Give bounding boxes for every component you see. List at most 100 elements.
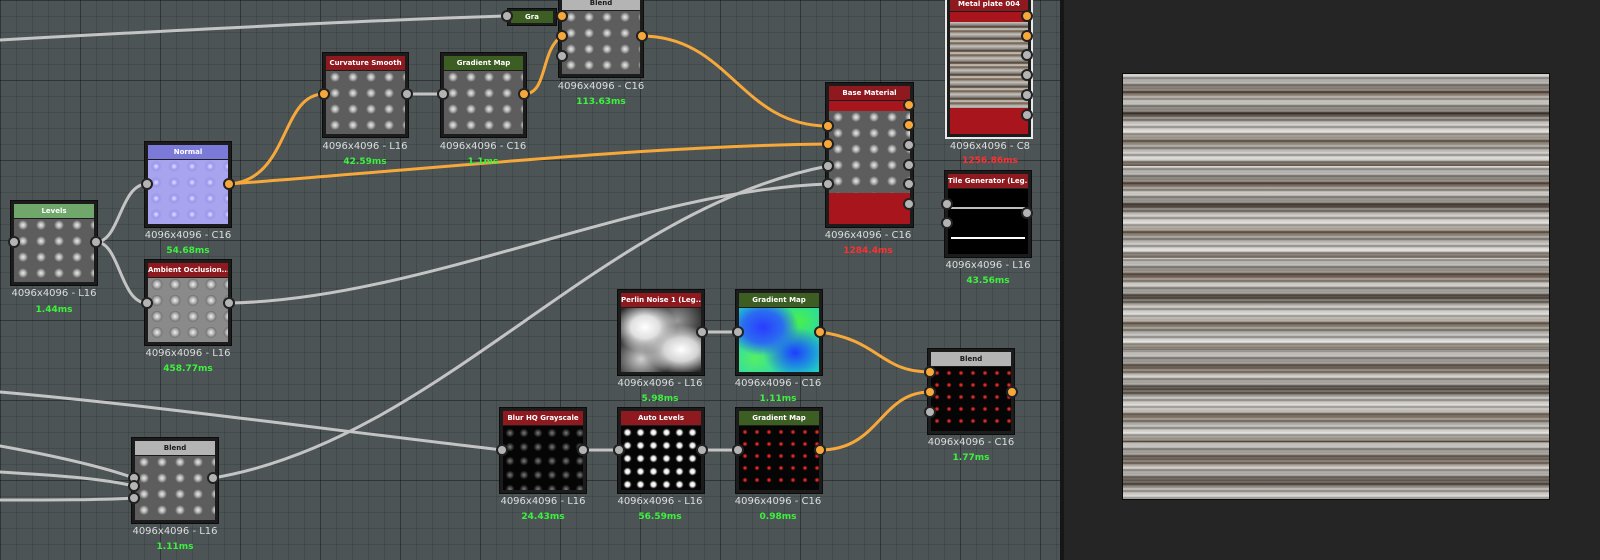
node-time: 43.56ms (966, 276, 1010, 286)
output-port[interactable] (696, 444, 708, 456)
input-port[interactable] (556, 10, 568, 22)
input-port[interactable] (732, 326, 744, 338)
input-port[interactable] (128, 492, 140, 504)
node-blur-hq[interactable]: Blur HQ Grayscale (499, 407, 587, 494)
input-port[interactable] (822, 178, 834, 190)
output-port[interactable] (696, 326, 708, 338)
node-time: 1.44ms (35, 305, 73, 315)
input-port[interactable] (924, 386, 936, 398)
input-port[interactable] (822, 160, 834, 172)
node-graph-canvas[interactable]: Gra Blend 4096x4096 - C16 113.63ms Metal… (0, 0, 1060, 560)
output-port[interactable] (518, 88, 530, 100)
node-thumbnail (562, 11, 640, 74)
input-port[interactable] (141, 178, 153, 190)
input-port[interactable] (924, 406, 936, 418)
node-thumbnail (503, 426, 583, 490)
node-time: 1256.86ms (962, 156, 1018, 166)
node-thumbnail (739, 308, 819, 372)
node-thumbnail (135, 456, 215, 520)
texture-preview[interactable] (1122, 73, 1550, 500)
input-port[interactable] (318, 88, 330, 100)
node-title: Metal plate 004 (950, 0, 1028, 11)
input-port[interactable] (8, 236, 20, 248)
output-port[interactable] (1021, 69, 1033, 81)
wire (0, 14, 506, 42)
node-resolution: 4096x4096 - L16 (145, 348, 231, 359)
node-tile-generator[interactable]: Tile Generator (Leg... (944, 170, 1032, 258)
node-resolution: 4096x4096 - C16 (439, 141, 527, 152)
input-port[interactable] (822, 138, 834, 150)
node-thumbnail (948, 189, 1028, 254)
node-thumbnail (148, 278, 228, 342)
node-levels[interactable]: Levels (10, 200, 98, 286)
output-port[interactable] (1021, 30, 1033, 42)
output-port[interactable] (903, 159, 915, 171)
node-resolution: 4096x4096 - C16 (824, 230, 912, 241)
node-curvature-smooth[interactable]: Curvature Smooth (322, 52, 409, 138)
input-port[interactable] (732, 444, 744, 456)
output-port[interactable] (903, 198, 915, 210)
output-port[interactable] (903, 178, 915, 190)
output-port[interactable] (401, 88, 413, 100)
node-title: Base Material (829, 86, 910, 100)
node-time: 1.11ms (759, 394, 797, 404)
node-resolution: 4096x4096 - L16 (322, 141, 408, 152)
node-gradient-map-1[interactable]: Gradient Map (440, 52, 527, 138)
node-gradient-map-2[interactable]: Gradient Map (735, 289, 823, 376)
input-port[interactable] (128, 480, 140, 492)
input-port[interactable] (556, 30, 568, 42)
node-perlin-noise[interactable]: Perlin Noise 1 (Leg... (617, 289, 705, 376)
input-port[interactable] (556, 50, 568, 62)
output-port[interactable] (636, 30, 648, 42)
node-base-material[interactable]: Base Material (825, 82, 914, 228)
output-port[interactable] (223, 178, 235, 190)
output-port[interactable] (903, 99, 915, 111)
node-time: 1.77ms (952, 453, 990, 463)
node-blend-top[interactable]: Blend (558, 0, 644, 78)
output-port[interactable] (1021, 49, 1033, 61)
input-port[interactable] (924, 366, 936, 378)
output-port[interactable] (814, 326, 826, 338)
node-title: Ambient Occlusion... (148, 263, 228, 277)
output-port[interactable] (1021, 89, 1033, 101)
input-port[interactable] (496, 444, 508, 456)
node-title: Gradient Map (444, 56, 523, 70)
node-title: Blur HQ Grayscale (503, 411, 583, 425)
node-time: 24.43ms (521, 512, 565, 522)
node-blend-bottom[interactable]: Blend (131, 437, 219, 524)
output-port[interactable] (207, 472, 219, 484)
output-port[interactable] (1006, 386, 1018, 398)
input-port[interactable] (613, 444, 625, 456)
output-port[interactable] (223, 297, 235, 309)
input-port[interactable] (822, 120, 834, 132)
input-port[interactable] (941, 198, 953, 210)
node-time: 113.63ms (576, 97, 626, 107)
node-normal[interactable]: Normal (144, 141, 232, 228)
node-ambient-occlusion[interactable]: Ambient Occlusion... (144, 259, 232, 346)
node-gradient-map-3[interactable]: Gradient Map (735, 407, 823, 494)
input-port[interactable] (141, 297, 153, 309)
node-title: Blend (931, 352, 1011, 366)
node-thumbnail (931, 367, 1011, 431)
output-port[interactable] (1021, 207, 1033, 219)
input-port[interactable] (437, 88, 449, 100)
output-port[interactable] (814, 444, 826, 456)
node-time: 42.59ms (343, 157, 387, 167)
node-thumbnail (444, 71, 523, 134)
node-title: Blend (135, 441, 215, 455)
input-port[interactable] (941, 217, 953, 229)
output-port[interactable] (1021, 109, 1033, 121)
node-thumbnail (621, 426, 701, 490)
output-port[interactable] (903, 119, 915, 131)
node-metal-plate[interactable]: Metal plate 004 (945, 0, 1033, 139)
node-gra[interactable]: Gra (507, 8, 557, 26)
input-port[interactable] (501, 10, 513, 22)
output-port[interactable] (90, 236, 102, 248)
node-blend-right[interactable]: Blend (927, 348, 1015, 435)
node-thumbnail (14, 219, 94, 282)
wire (227, 92, 326, 186)
output-port[interactable] (903, 139, 915, 151)
output-port[interactable] (577, 444, 589, 456)
output-port[interactable] (1021, 10, 1033, 22)
node-auto-levels[interactable]: Auto Levels (617, 407, 705, 494)
